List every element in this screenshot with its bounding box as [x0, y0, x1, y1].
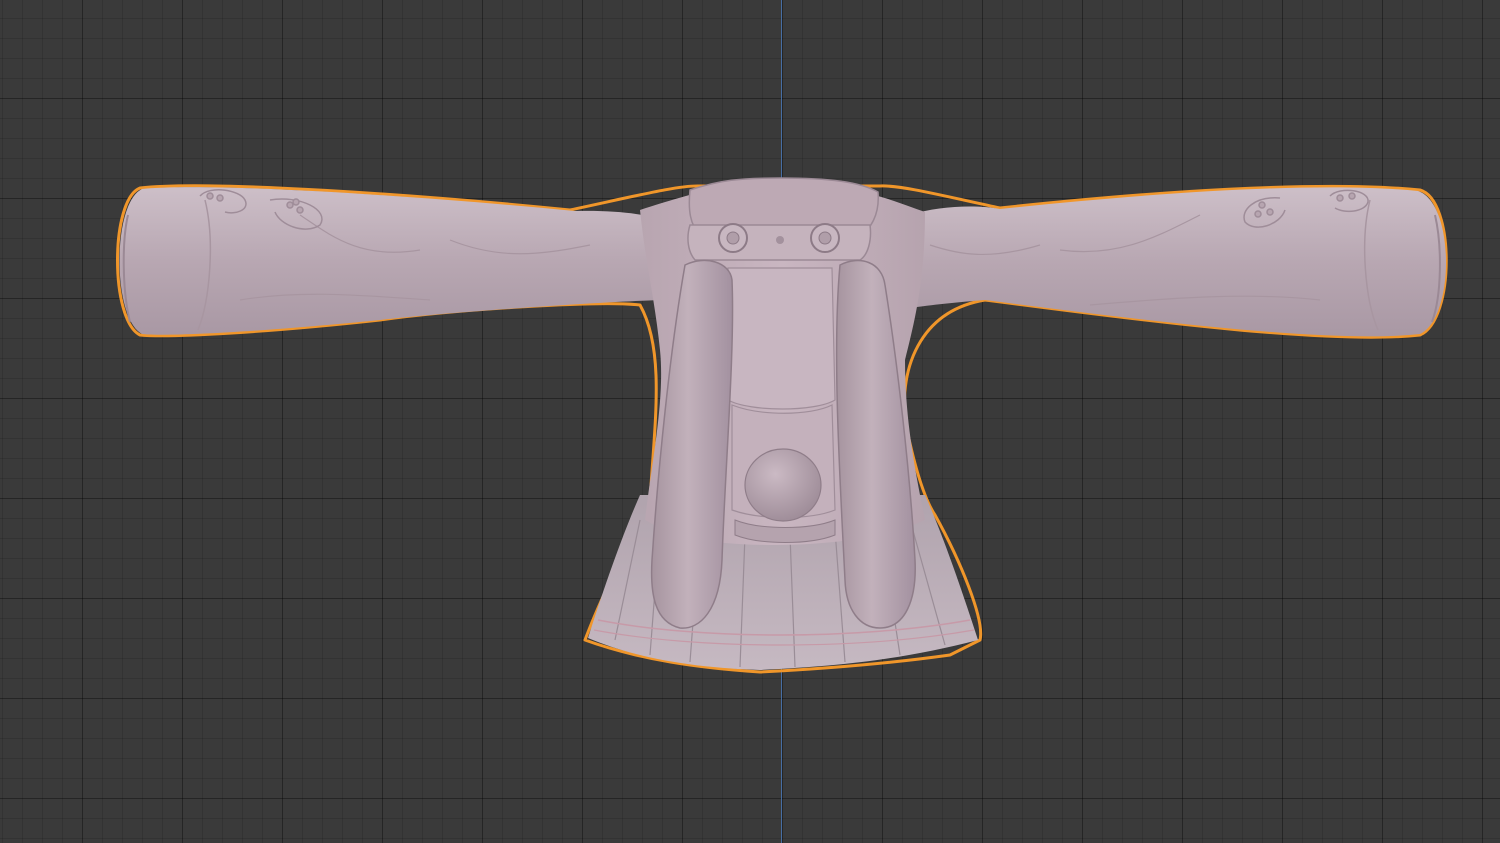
center-panel	[727, 267, 836, 410]
3d-viewport[interactable]	[0, 0, 1500, 843]
collar-center-stud	[776, 236, 784, 244]
bunny-tail	[744, 448, 822, 522]
bunny-jacket-mesh[interactable]	[0, 0, 1500, 843]
